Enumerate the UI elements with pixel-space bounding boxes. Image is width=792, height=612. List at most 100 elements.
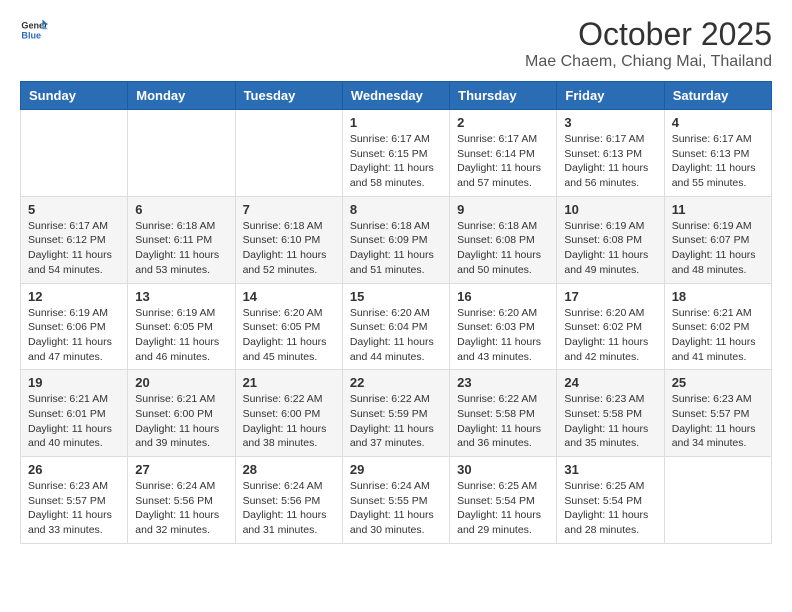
- day-info: Sunrise: 6:19 AM Sunset: 6:07 PM Dayligh…: [672, 219, 764, 278]
- calendar-cell: 5 Sunrise: 6:17 AM Sunset: 6:12 PM Daylig…: [21, 196, 128, 283]
- week-row-4: 19 Sunrise: 6:21 AM Sunset: 6:01 PM Dayli…: [21, 370, 772, 457]
- day-info: Sunrise: 6:20 AM Sunset: 6:02 PM Dayligh…: [564, 306, 656, 365]
- calendar-table: SundayMondayTuesdayWednesdayThursdayFrid…: [20, 81, 772, 544]
- day-info: Sunrise: 6:23 AM Sunset: 5:57 PM Dayligh…: [672, 392, 764, 451]
- weekday-header-sunday: Sunday: [21, 82, 128, 110]
- calendar-cell: [664, 457, 771, 544]
- svg-text:Blue: Blue: [21, 30, 41, 40]
- day-number: 20: [135, 375, 227, 390]
- calendar-cell: 29 Sunrise: 6:24 AM Sunset: 5:55 PM Dayli…: [342, 457, 449, 544]
- calendar-cell: 22 Sunrise: 6:22 AM Sunset: 5:59 PM Dayli…: [342, 370, 449, 457]
- weekday-header-tuesday: Tuesday: [235, 82, 342, 110]
- day-info: Sunrise: 6:20 AM Sunset: 6:03 PM Dayligh…: [457, 306, 549, 365]
- day-number: 4: [672, 115, 764, 130]
- week-row-5: 26 Sunrise: 6:23 AM Sunset: 5:57 PM Dayli…: [21, 457, 772, 544]
- page-header: General Blue October 2025 Mae Chaem, Chi…: [20, 16, 772, 71]
- weekday-header-monday: Monday: [128, 82, 235, 110]
- calendar-cell: 28 Sunrise: 6:24 AM Sunset: 5:56 PM Dayli…: [235, 457, 342, 544]
- calendar-cell: [128, 110, 235, 197]
- day-info: Sunrise: 6:19 AM Sunset: 6:08 PM Dayligh…: [564, 219, 656, 278]
- calendar-cell: 17 Sunrise: 6:20 AM Sunset: 6:02 PM Dayli…: [557, 283, 664, 370]
- week-row-1: 1Sunrise: 6:17 AM Sunset: 6:15 PM Daylig…: [21, 110, 772, 197]
- calendar-cell: 8 Sunrise: 6:18 AM Sunset: 6:09 PM Daylig…: [342, 196, 449, 283]
- day-number: 23: [457, 375, 549, 390]
- title-area: October 2025 Mae Chaem, Chiang Mai, Thai…: [525, 16, 772, 71]
- day-info: Sunrise: 6:18 AM Sunset: 6:10 PM Dayligh…: [243, 219, 335, 278]
- day-info: Sunrise: 6:23 AM Sunset: 5:58 PM Dayligh…: [564, 392, 656, 451]
- calendar-cell: 4Sunrise: 6:17 AM Sunset: 6:13 PM Daylig…: [664, 110, 771, 197]
- day-number: 16: [457, 289, 549, 304]
- day-info: Sunrise: 6:20 AM Sunset: 6:05 PM Dayligh…: [243, 306, 335, 365]
- day-number: 17: [564, 289, 656, 304]
- calendar-cell: 23 Sunrise: 6:22 AM Sunset: 5:58 PM Dayli…: [450, 370, 557, 457]
- day-number: 5: [28, 202, 120, 217]
- day-info: Sunrise: 6:18 AM Sunset: 6:09 PM Dayligh…: [350, 219, 442, 278]
- location-title: Mae Chaem, Chiang Mai, Thailand: [525, 53, 772, 71]
- day-info: Sunrise: 6:23 AM Sunset: 5:57 PM Dayligh…: [28, 479, 120, 538]
- day-number: 26: [28, 462, 120, 477]
- day-number: 14: [243, 289, 335, 304]
- day-info: Sunrise: 6:24 AM Sunset: 5:56 PM Dayligh…: [243, 479, 335, 538]
- day-number: 7: [243, 202, 335, 217]
- day-number: 8: [350, 202, 442, 217]
- calendar-cell: 7 Sunrise: 6:18 AM Sunset: 6:10 PM Daylig…: [235, 196, 342, 283]
- day-number: 6: [135, 202, 227, 217]
- day-info: Sunrise: 6:22 AM Sunset: 5:59 PM Dayligh…: [350, 392, 442, 451]
- day-number: 12: [28, 289, 120, 304]
- day-info: Sunrise: 6:18 AM Sunset: 6:08 PM Dayligh…: [457, 219, 549, 278]
- calendar-cell: 31Sunrise: 6:25 AM Sunset: 5:54 PM Dayli…: [557, 457, 664, 544]
- calendar-cell: 10 Sunrise: 6:19 AM Sunset: 6:08 PM Dayli…: [557, 196, 664, 283]
- day-info: Sunrise: 6:17 AM Sunset: 6:13 PM Dayligh…: [564, 132, 656, 191]
- logo: General Blue: [20, 16, 48, 44]
- weekday-header-saturday: Saturday: [664, 82, 771, 110]
- day-info: Sunrise: 6:21 AM Sunset: 6:00 PM Dayligh…: [135, 392, 227, 451]
- day-number: 28: [243, 462, 335, 477]
- day-info: Sunrise: 6:24 AM Sunset: 5:55 PM Dayligh…: [350, 479, 442, 538]
- calendar-cell: 27 Sunrise: 6:24 AM Sunset: 5:56 PM Dayli…: [128, 457, 235, 544]
- calendar-cell: 12 Sunrise: 6:19 AM Sunset: 6:06 PM Dayli…: [21, 283, 128, 370]
- day-number: 22: [350, 375, 442, 390]
- calendar-cell: [235, 110, 342, 197]
- day-info: Sunrise: 6:25 AM Sunset: 5:54 PM Dayligh…: [457, 479, 549, 538]
- day-number: 24: [564, 375, 656, 390]
- day-number: 27: [135, 462, 227, 477]
- calendar-cell: 19 Sunrise: 6:21 AM Sunset: 6:01 PM Dayli…: [21, 370, 128, 457]
- day-number: 10: [564, 202, 656, 217]
- calendar-cell: 15 Sunrise: 6:20 AM Sunset: 6:04 PM Dayli…: [342, 283, 449, 370]
- day-info: Sunrise: 6:21 AM Sunset: 6:01 PM Dayligh…: [28, 392, 120, 451]
- calendar-cell: 1Sunrise: 6:17 AM Sunset: 6:15 PM Daylig…: [342, 110, 449, 197]
- weekday-header-wednesday: Wednesday: [342, 82, 449, 110]
- day-number: 9: [457, 202, 549, 217]
- calendar-cell: 14 Sunrise: 6:20 AM Sunset: 6:05 PM Dayli…: [235, 283, 342, 370]
- day-info: Sunrise: 6:20 AM Sunset: 6:04 PM Dayligh…: [350, 306, 442, 365]
- week-row-2: 5 Sunrise: 6:17 AM Sunset: 6:12 PM Daylig…: [21, 196, 772, 283]
- calendar-cell: 6 Sunrise: 6:18 AM Sunset: 6:11 PM Daylig…: [128, 196, 235, 283]
- day-number: 1: [350, 115, 442, 130]
- calendar-cell: 18 Sunrise: 6:21 AM Sunset: 6:02 PM Dayli…: [664, 283, 771, 370]
- day-info: Sunrise: 6:17 AM Sunset: 6:12 PM Dayligh…: [28, 219, 120, 278]
- day-number: 30: [457, 462, 549, 477]
- day-info: Sunrise: 6:17 AM Sunset: 6:14 PM Dayligh…: [457, 132, 549, 191]
- day-number: 11: [672, 202, 764, 217]
- day-info: Sunrise: 6:19 AM Sunset: 6:06 PM Dayligh…: [28, 306, 120, 365]
- weekday-header-row: SundayMondayTuesdayWednesdayThursdayFrid…: [21, 82, 772, 110]
- day-number: 25: [672, 375, 764, 390]
- calendar-cell: 20 Sunrise: 6:21 AM Sunset: 6:00 PM Dayli…: [128, 370, 235, 457]
- day-number: 13: [135, 289, 227, 304]
- calendar-cell: 24 Sunrise: 6:23 AM Sunset: 5:58 PM Dayli…: [557, 370, 664, 457]
- day-number: 15: [350, 289, 442, 304]
- day-info: Sunrise: 6:22 AM Sunset: 5:58 PM Dayligh…: [457, 392, 549, 451]
- calendar-cell: 3Sunrise: 6:17 AM Sunset: 6:13 PM Daylig…: [557, 110, 664, 197]
- day-number: 18: [672, 289, 764, 304]
- week-row-3: 12 Sunrise: 6:19 AM Sunset: 6:06 PM Dayli…: [21, 283, 772, 370]
- day-info: Sunrise: 6:25 AM Sunset: 5:54 PM Dayligh…: [564, 479, 656, 538]
- day-number: 19: [28, 375, 120, 390]
- day-number: 29: [350, 462, 442, 477]
- calendar-cell: 2Sunrise: 6:17 AM Sunset: 6:14 PM Daylig…: [450, 110, 557, 197]
- month-title: October 2025: [525, 16, 772, 53]
- day-info: Sunrise: 6:21 AM Sunset: 6:02 PM Dayligh…: [672, 306, 764, 365]
- day-info: Sunrise: 6:18 AM Sunset: 6:11 PM Dayligh…: [135, 219, 227, 278]
- day-info: Sunrise: 6:19 AM Sunset: 6:05 PM Dayligh…: [135, 306, 227, 365]
- day-info: Sunrise: 6:24 AM Sunset: 5:56 PM Dayligh…: [135, 479, 227, 538]
- calendar-cell: 21Sunrise: 6:22 AM Sunset: 6:00 PM Dayli…: [235, 370, 342, 457]
